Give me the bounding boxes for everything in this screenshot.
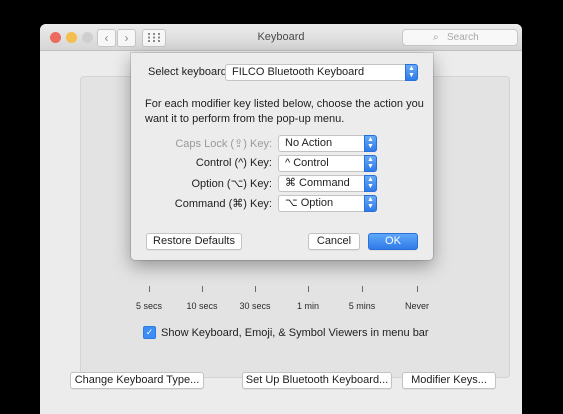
option-key-value: ⌘ Command bbox=[285, 177, 350, 189]
command-key-value: ⌥ Option bbox=[285, 197, 334, 209]
select-keyboard-label: Select keyboard: bbox=[148, 66, 230, 78]
ok-button[interactable]: OK bbox=[368, 233, 418, 250]
chevron-updown-icon: ▲ ▼ bbox=[364, 175, 377, 192]
chevron-updown-icon: ▲ ▼ bbox=[364, 195, 377, 212]
search-placeholder: Search bbox=[447, 32, 479, 43]
tick-mark bbox=[417, 286, 418, 292]
tick-mark bbox=[308, 286, 309, 292]
control-key-label: Control (^) Key: bbox=[195, 157, 272, 169]
description-text: For each modifier key listed below, choo… bbox=[145, 98, 424, 125]
modifier-keys-sheet: Select keyboard: FILCO Bluetooth Keyboar… bbox=[131, 53, 433, 260]
show-viewers-row[interactable]: ✓ Show Keyboard, Emoji, & Symbol Viewers… bbox=[143, 326, 429, 339]
tick-mark bbox=[149, 286, 150, 292]
show-viewers-checkbox[interactable]: ✓ bbox=[143, 326, 156, 339]
restore-defaults-button[interactable]: Restore Defaults bbox=[146, 233, 242, 250]
keyboard-select[interactable]: FILCO Bluetooth Keyboard ▲ ▼ bbox=[225, 64, 418, 81]
caps-lock-value: No Action bbox=[285, 137, 333, 149]
cancel-button[interactable]: Cancel bbox=[308, 233, 360, 250]
tick-mark bbox=[202, 286, 203, 292]
chevron-updown-icon: ▲ ▼ bbox=[364, 155, 377, 172]
modifier-keys-button[interactable]: Modifier Keys... bbox=[402, 372, 496, 389]
change-keyboard-type-button[interactable]: Change Keyboard Type... bbox=[70, 372, 204, 389]
tick-label: 30 secs bbox=[239, 301, 271, 311]
setup-bluetooth-keyboard-button[interactable]: Set Up Bluetooth Keyboard... bbox=[242, 372, 392, 389]
search-field[interactable]: ⌕ Search bbox=[402, 29, 518, 46]
tick-label: 10 secs bbox=[186, 301, 218, 311]
show-viewers-label: Show Keyboard, Emoji, & Symbol Viewers i… bbox=[161, 326, 429, 339]
title-bar: ‹ › Keyboard ⌕ Search bbox=[40, 24, 522, 51]
tick-mark bbox=[255, 286, 256, 292]
caps-lock-label: Caps Lock (⇪) Key: bbox=[175, 138, 272, 150]
tick-label: 1 min bbox=[296, 301, 319, 311]
delay-slider-ticks[interactable]: 5 secs 10 secs 30 secs 1 min 5 mins Neve… bbox=[40, 286, 522, 326]
tick-label: 5 secs bbox=[135, 301, 162, 311]
tick-label: 5 mins bbox=[348, 301, 376, 311]
chevron-updown-icon: ▲ ▼ bbox=[364, 135, 377, 152]
control-key-select[interactable]: ^ Control ▲ ▼ bbox=[278, 155, 377, 172]
option-key-select[interactable]: ⌘ Command ▲ ▼ bbox=[278, 175, 377, 192]
chevron-updown-icon: ▲ ▼ bbox=[405, 64, 418, 81]
command-key-label: Command (⌘) Key: bbox=[174, 198, 272, 210]
caps-lock-select[interactable]: No Action ▲ ▼ bbox=[278, 135, 377, 152]
command-key-select[interactable]: ⌥ Option ▲ ▼ bbox=[278, 195, 377, 212]
tick-mark bbox=[362, 286, 363, 292]
tick-label: Never bbox=[404, 301, 429, 311]
keyboard-select-value: FILCO Bluetooth Keyboard bbox=[232, 66, 365, 78]
control-key-value: ^ Control bbox=[285, 157, 329, 169]
search-icon: ⌕ bbox=[433, 32, 439, 43]
option-key-label: Option (⌥) Key: bbox=[191, 178, 272, 190]
